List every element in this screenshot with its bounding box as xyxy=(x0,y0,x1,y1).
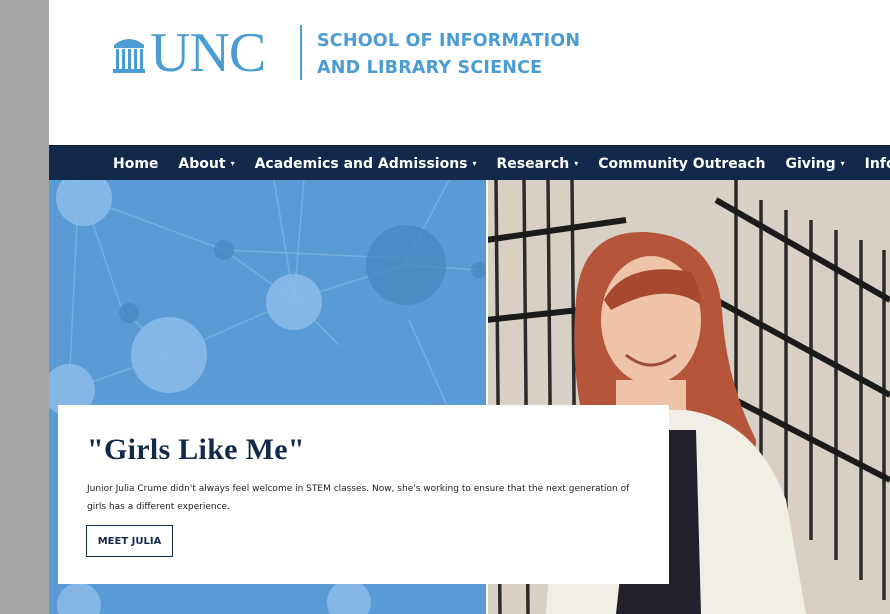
nav-item-label: Info For xyxy=(864,155,890,172)
feature-description: Junior Julia Crume didn't always feel we… xyxy=(87,484,630,512)
nav-item-label: Giving xyxy=(785,155,836,172)
nav-item-label: Home xyxy=(113,155,159,172)
feature-card: "Girls Like Me" Junior Julia Crume didn'… xyxy=(58,405,669,584)
caret-down-icon: ▾ xyxy=(840,159,845,168)
nav-item-label: Academics and Admissions xyxy=(254,155,468,172)
caret-down-icon: ▾ xyxy=(472,159,477,168)
old-well-icon xyxy=(113,39,145,73)
hero-slide: "Girls Like Me" Junior Julia Crume didn'… xyxy=(49,180,890,614)
caret-down-icon: ▾ xyxy=(230,159,235,168)
nav-item-home[interactable]: Home xyxy=(113,156,158,172)
nav-item-academics-and-admissions[interactable]: Academics and Admissions ▾ xyxy=(255,156,477,172)
logo-divider xyxy=(300,25,302,80)
site-header: UNC SCHOOL OF INFORMATION AND LIBRARY SC… xyxy=(49,0,890,145)
nav-items: Home About ▾ Academics and Admissions ▾ … xyxy=(113,146,890,181)
feature-title: "Girls Like Me" xyxy=(87,433,305,466)
school-name[interactable]: SCHOOL OF INFORMATION AND LIBRARY SCIENC… xyxy=(317,28,580,82)
nav-item-label: Community Outreach xyxy=(598,155,766,172)
meet-julia-button[interactable]: MEET JULIA xyxy=(86,525,173,557)
school-name-line-1: SCHOOL OF INFORMATION xyxy=(317,31,581,51)
nav-item-about[interactable]: About ▾ xyxy=(178,156,234,172)
nav-item-community-outreach[interactable]: Community Outreach xyxy=(598,156,765,172)
nav-item-label: Research xyxy=(496,155,570,172)
logo-wordmark: UNC xyxy=(150,22,266,84)
page: UNC SCHOOL OF INFORMATION AND LIBRARY SC… xyxy=(49,0,890,614)
nav-item-giving[interactable]: Giving ▾ xyxy=(785,156,844,172)
nav-item-research[interactable]: Research ▾ xyxy=(497,156,579,172)
caret-down-icon: ▾ xyxy=(574,159,579,168)
nav-item-label: About xyxy=(178,155,226,172)
nav-item-info-for[interactable]: Info For ▾ xyxy=(865,156,890,172)
main-nav: Home About ▾ Academics and Admissions ▾ … xyxy=(49,145,890,180)
school-name-line-2: AND LIBRARY SCIENCE xyxy=(317,58,543,78)
unc-logo[interactable]: UNC xyxy=(112,22,266,84)
left-gutter xyxy=(0,0,49,614)
